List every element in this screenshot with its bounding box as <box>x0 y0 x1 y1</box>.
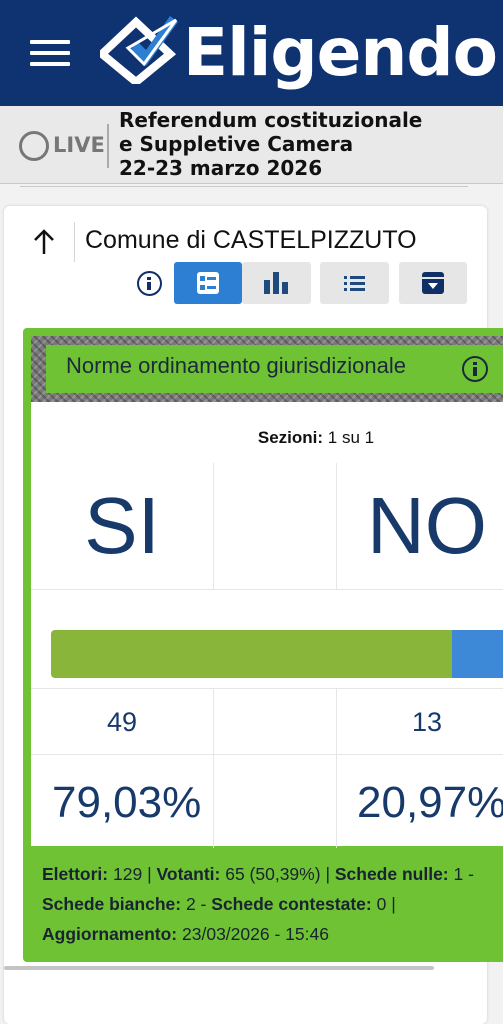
circle-icon <box>19 131 49 161</box>
bianche-label: Schede bianche: <box>42 894 182 914</box>
archive-button[interactable] <box>399 262 467 304</box>
option-si-votes: 49 <box>106 707 138 737</box>
elettori-label: Elettori: <box>42 864 109 884</box>
divider <box>213 463 214 589</box>
list-detail-icon <box>197 272 219 294</box>
location-title: Comune di CASTELPIZZUTO <box>85 226 417 254</box>
divider <box>31 589 503 590</box>
nulle-value: 1 - <box>453 864 474 884</box>
divider <box>31 688 503 689</box>
event-title-line2: e Suppletive Camera <box>119 132 354 156</box>
option-no-percent: 20,97% <box>357 778 503 827</box>
aggiornamento-label: Aggiornamento: <box>42 924 178 944</box>
question-title: Norme ordinamento giurisdizionale <box>66 353 406 378</box>
divider <box>213 688 214 848</box>
divider <box>31 754 503 755</box>
hamburger-menu-icon[interactable] <box>30 40 70 70</box>
aggiornamento-value: 23/03/2026 - 15:46 <box>182 924 329 944</box>
contestate-value: 0 <box>376 894 387 914</box>
arrow-up-icon[interactable] <box>32 228 56 256</box>
bulleted-list-icon <box>344 276 365 291</box>
horizontal-scrollbar[interactable] <box>4 966 434 970</box>
location-divider <box>74 222 75 262</box>
sections-value: 1 su 1 <box>327 428 375 447</box>
bianche-value: 2 - <box>185 894 207 914</box>
results-progress-bar <box>51 630 503 678</box>
bar-segment-no <box>452 630 503 678</box>
bar-chart-icon <box>264 272 288 294</box>
event-date: 22-23 marzo 2026 <box>119 156 323 180</box>
option-si-percent: 79,03% <box>52 778 202 827</box>
divider <box>20 186 468 187</box>
chart-view-button[interactable] <box>242 262 311 304</box>
contestate-label: Schede contestate: <box>211 894 372 914</box>
separator: | <box>147 864 152 884</box>
live-label: LIVE <box>53 133 105 157</box>
live-divider <box>107 124 109 168</box>
info-icon[interactable] <box>137 271 162 296</box>
sections-count: Sezioni: 1 su 1 <box>0 428 503 448</box>
option-no-votes: 13 <box>411 707 443 737</box>
elettori-value: 129 <box>113 864 143 884</box>
option-si-label: SI <box>84 481 160 570</box>
list-view-button[interactable] <box>320 262 389 304</box>
stats-line2: Schede bianche: 2 - Schede contestate: 0… <box>42 894 396 915</box>
option-no-label: NO <box>367 481 487 570</box>
separator: | <box>325 864 330 884</box>
votanti-label: Votanti: <box>156 864 221 884</box>
separator: | <box>391 894 396 914</box>
info-icon[interactable] <box>462 356 488 382</box>
detail-view-button[interactable] <box>174 262 242 304</box>
stats-line1: Elettori: 129 | Votanti: 65 (50,39%) | S… <box>42 864 474 885</box>
archive-box-icon <box>422 272 444 294</box>
nulle-label: Schede nulle: <box>334 864 449 884</box>
stats-line3: Aggiornamento: 23/03/2026 - 15:46 <box>42 924 329 945</box>
votanti-value: 65 (50,39%) <box>225 864 321 884</box>
bar-segment-si <box>51 630 453 678</box>
event-title-line1: Referendum costituzionale <box>119 108 423 132</box>
brand-logo-text[interactable]: Eligendo <box>183 8 498 98</box>
sections-label: Sezioni: <box>257 428 324 447</box>
checkmark-ballot-icon[interactable] <box>100 14 180 84</box>
